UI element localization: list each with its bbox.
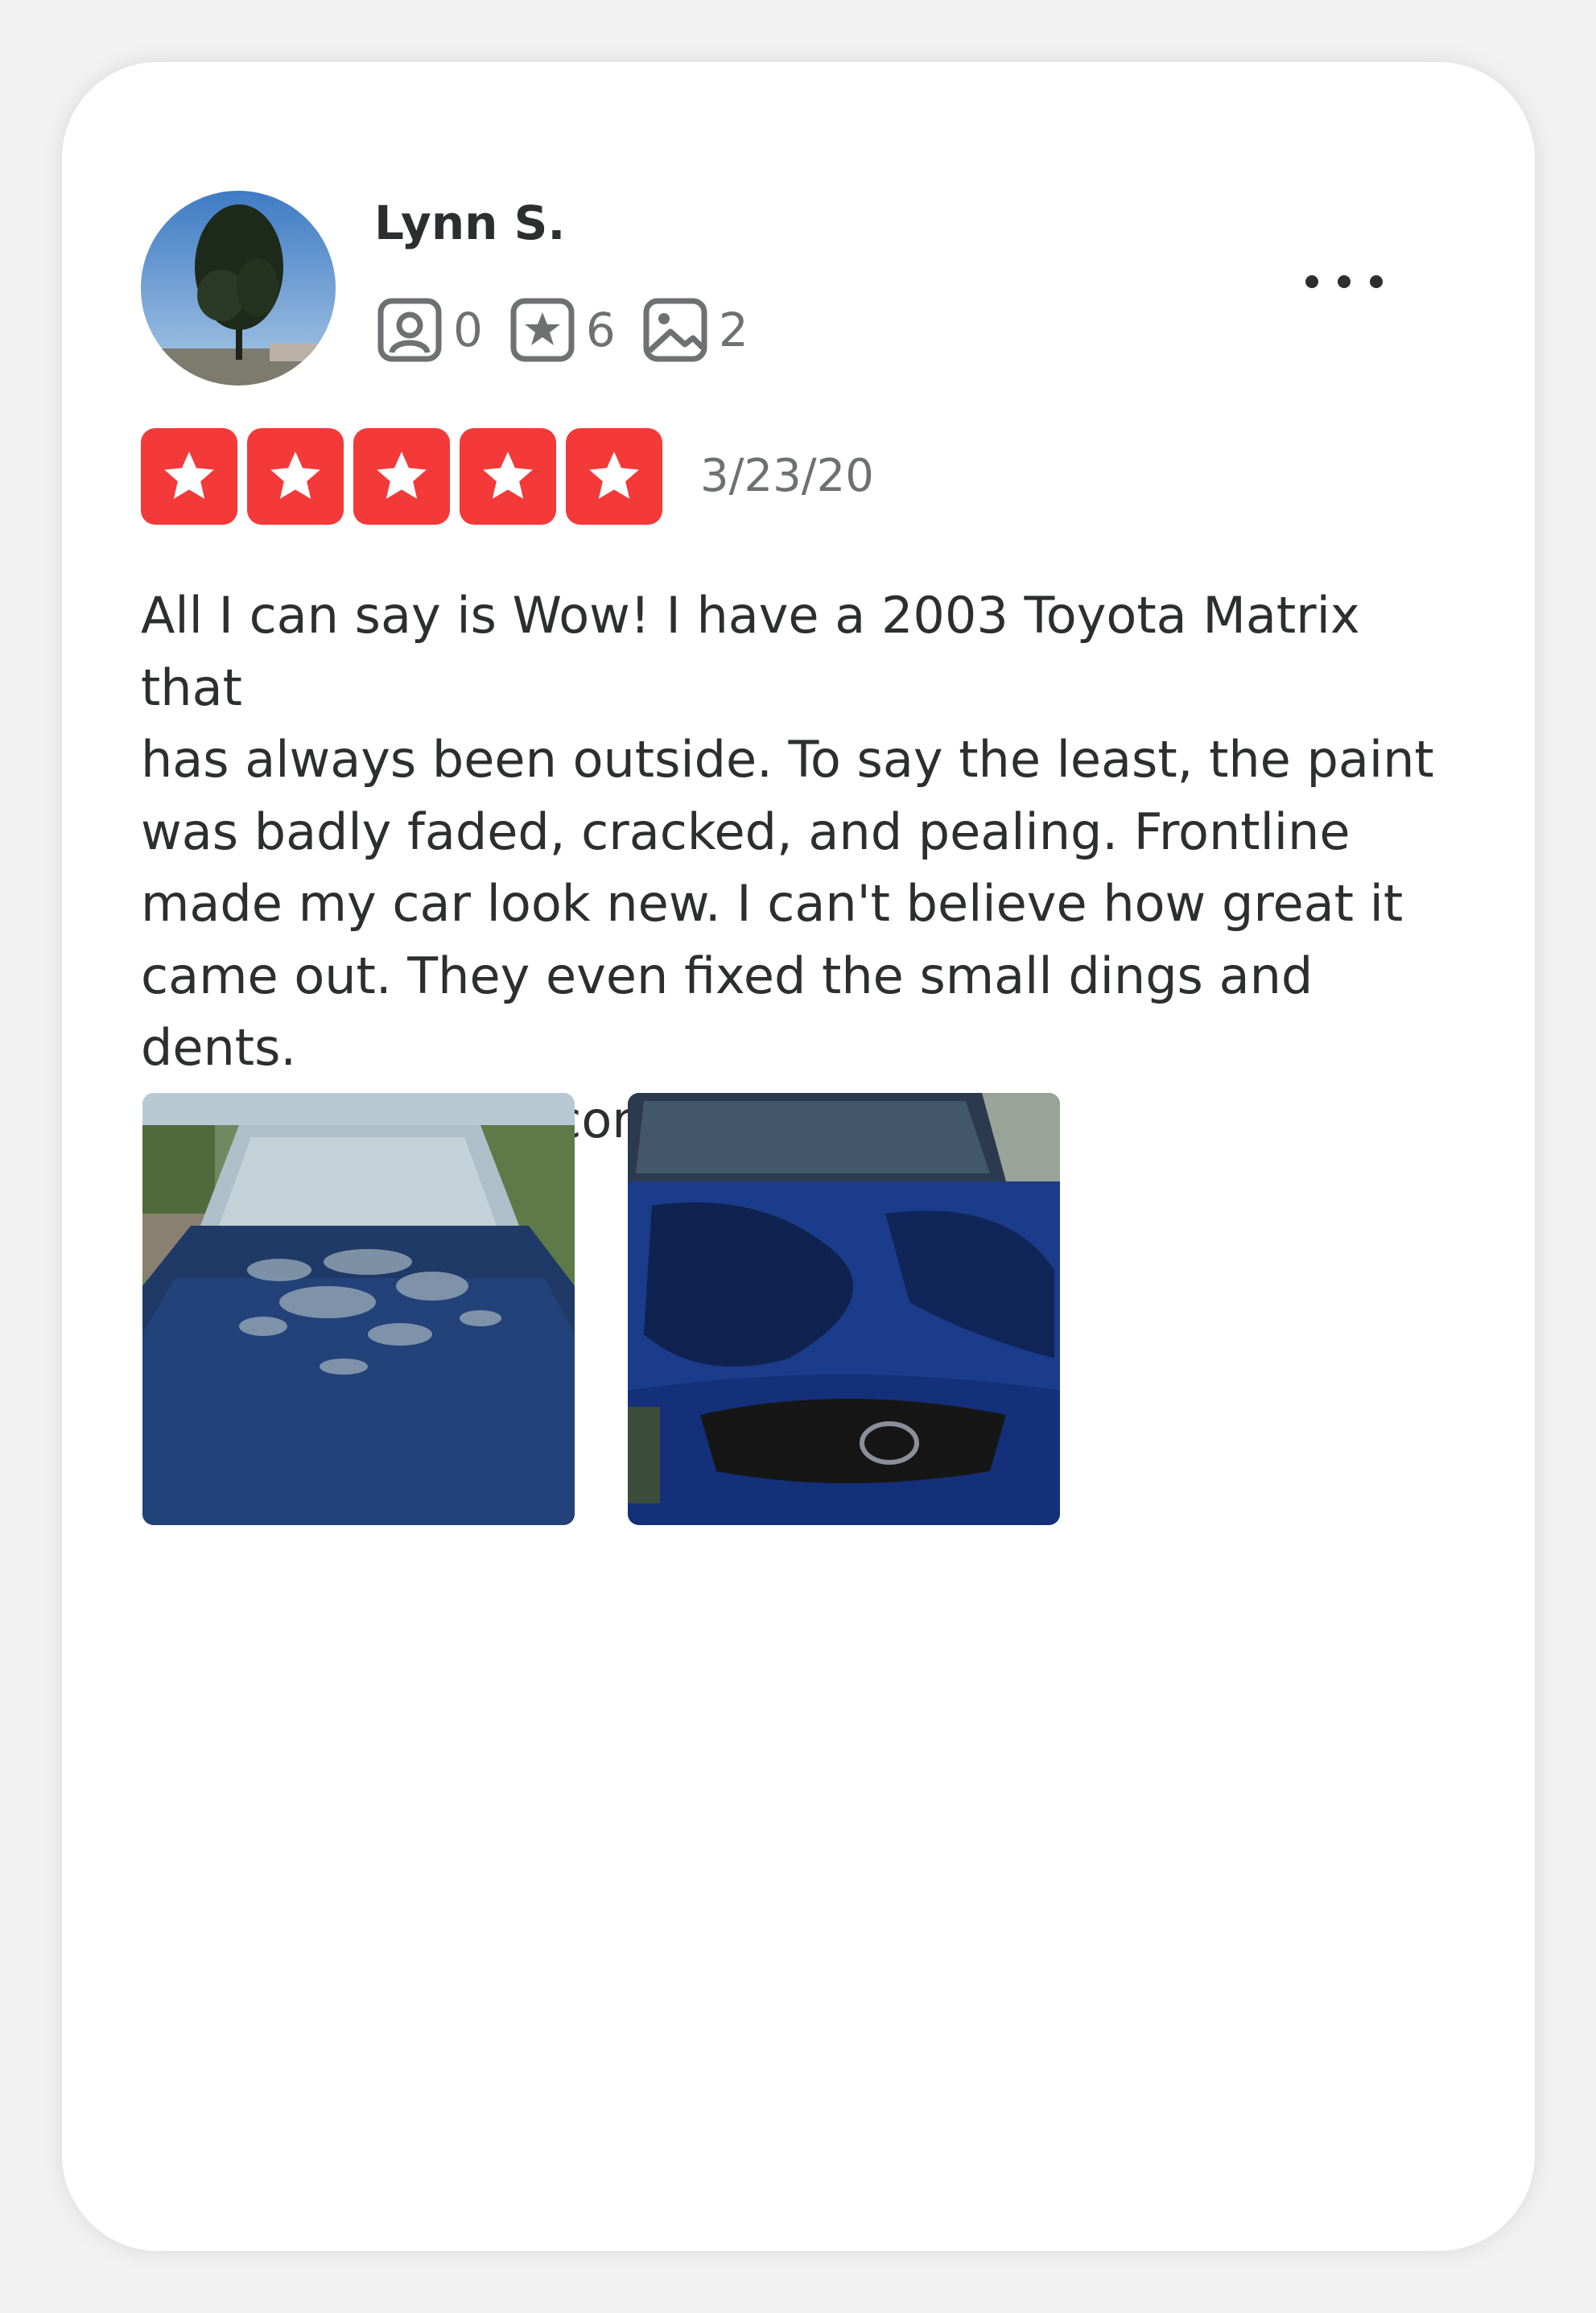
star-review-icon <box>510 298 575 362</box>
rating-star-icon <box>566 428 662 525</box>
star-rating <box>141 428 672 525</box>
reviewer-stats: 0 6 2 <box>374 294 773 366</box>
rating-star-icon <box>353 428 450 525</box>
more-dot-icon <box>1305 275 1318 288</box>
reviews-count: 6 <box>585 303 616 357</box>
photos-stat: 2 <box>640 295 749 365</box>
photos-count: 2 <box>718 303 749 357</box>
review-photo-after[interactable] <box>628 1093 1060 1525</box>
rating-star-icon <box>141 428 237 525</box>
rating-star-icon <box>247 428 344 525</box>
reviews-stat: 6 <box>507 295 616 365</box>
photos-icon <box>643 298 707 362</box>
review-photo-before[interactable] <box>142 1093 575 1525</box>
more-options-button[interactable] <box>1288 258 1400 306</box>
review-date: 3/23/20 <box>700 450 874 502</box>
friends-icon <box>377 298 442 362</box>
more-dot-icon <box>1338 275 1351 288</box>
friends-stat: 0 <box>374 295 483 365</box>
review-text: All I can say is Wow! I have a 2003 Toyo… <box>141 586 1434 1149</box>
rating-star-icon <box>460 428 556 525</box>
more-dot-icon <box>1370 275 1383 288</box>
reviewer-name[interactable]: Lynn S. <box>374 200 565 246</box>
friends-count: 0 <box>453 303 483 357</box>
user-avatar[interactable] <box>141 191 336 386</box>
